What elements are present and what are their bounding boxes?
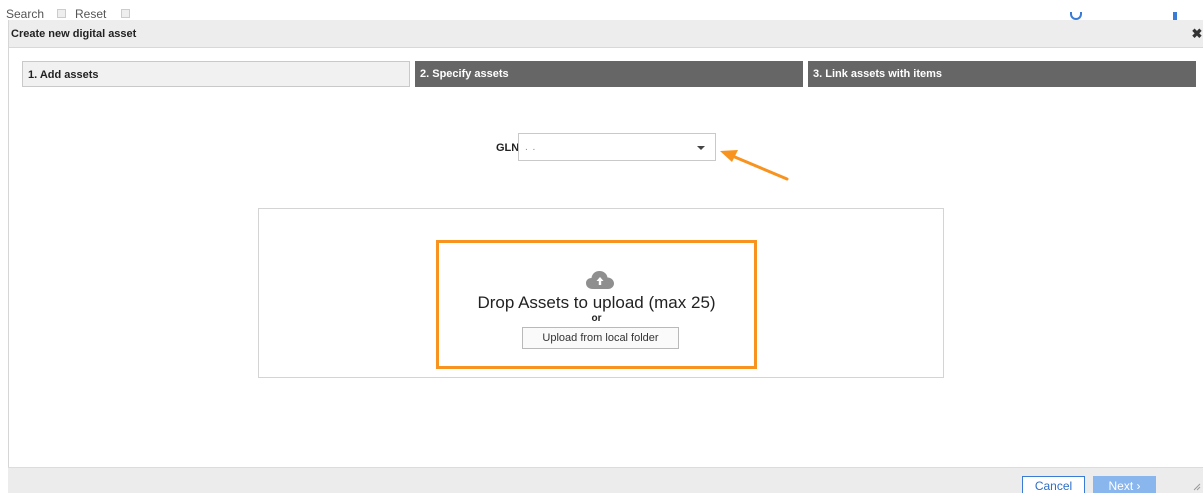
gln-dropdown[interactable]: . .	[518, 133, 716, 161]
next-button[interactable]: Next ›	[1093, 476, 1156, 493]
or-text: or	[591, 313, 602, 324]
modal-footer: Cancel Next ›	[8, 467, 1203, 493]
upload-from-local-folder-button[interactable]: Upload from local folder	[522, 327, 679, 349]
background-reset-toggle	[121, 9, 130, 18]
wizard-steps: 1. Add assets 2. Specify assets 3. Link …	[22, 61, 1196, 87]
step-specify-assets[interactable]: 2. Specify assets	[415, 61, 803, 87]
gln-label: GLN	[496, 142, 520, 154]
modal-title: Create new digital asset	[11, 28, 137, 40]
background-icon	[1070, 12, 1082, 20]
drop-assets-text: Drop Assets to upload (max 25)	[477, 293, 716, 312]
cloud-upload-icon	[586, 271, 614, 289]
background-icon	[1173, 12, 1177, 20]
background-search-toggle	[57, 9, 66, 18]
resize-grip-icon[interactable]	[1193, 483, 1201, 491]
cancel-button[interactable]: Cancel	[1022, 476, 1085, 493]
background-search-label: Search	[6, 7, 45, 20]
close-icon[interactable]: ✖	[1190, 27, 1203, 41]
gln-selected-value: . .	[525, 142, 537, 153]
background-toolbar: Search Reset	[0, 0, 1203, 20]
step-link-assets[interactable]: 3. Link assets with items	[808, 61, 1196, 87]
background-reset-label: Reset	[75, 7, 107, 20]
annotation-arrow-icon	[720, 150, 789, 181]
modal-header: Create new digital asset ✖	[9, 20, 1203, 48]
step-add-assets[interactable]: 1. Add assets	[22, 61, 410, 87]
